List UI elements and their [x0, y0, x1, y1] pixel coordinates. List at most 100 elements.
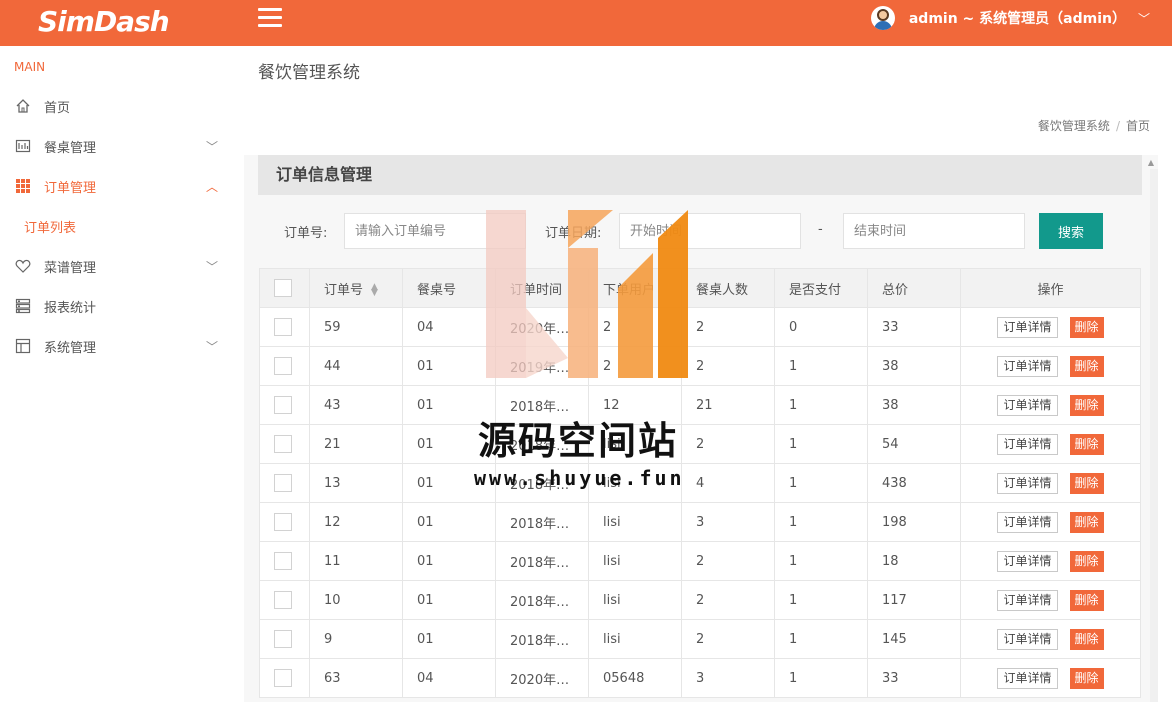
sort-icon[interactable]: ▲ ▼ — [371, 283, 378, 298]
cell-paid: 1 — [774, 658, 868, 698]
delete-button[interactable]: 删除 — [1069, 628, 1104, 650]
cell-paid: 0 — [774, 307, 868, 347]
row-select-cell — [259, 658, 310, 698]
order-detail-button[interactable]: 订单详情 — [997, 472, 1058, 494]
cell-people: 2 — [681, 346, 775, 386]
cell-actions: 订单详情 删除 — [960, 346, 1141, 386]
logo[interactable]: SimDash — [38, 2, 170, 42]
scroll-up-icon[interactable]: ▲ — [1148, 158, 1154, 167]
heart-icon — [14, 257, 32, 275]
cell-people: 2 — [681, 619, 775, 659]
sidebar-item-label: 系统管理 — [44, 340, 97, 356]
table-row: 10 01 2018年… lisi 2 1 117 订单详情 删除 — [259, 580, 1141, 620]
order-number-input[interactable] — [344, 213, 526, 249]
sidebar-item-menu[interactable]: 菜谱管理 ﹀ — [0, 246, 232, 286]
end-date-input[interactable] — [843, 213, 1025, 249]
delete-button[interactable]: 删除 — [1069, 511, 1104, 533]
row-checkbox[interactable] — [274, 513, 292, 531]
delete-button[interactable]: 删除 — [1069, 472, 1104, 494]
row-select-cell — [259, 346, 310, 386]
row-checkbox[interactable] — [274, 396, 292, 414]
cell-table-no: 01 — [402, 502, 496, 542]
row-checkbox[interactable] — [274, 357, 292, 375]
column-header-total: 总价 — [867, 268, 961, 308]
delete-button[interactable]: 删除 — [1069, 355, 1104, 377]
row-select-cell — [259, 307, 310, 347]
search-button[interactable]: 搜索 — [1039, 213, 1103, 249]
chevron-down-icon: ﹀ — [205, 340, 218, 354]
cell-order-time: 2018年… — [495, 580, 589, 620]
sidebar-item-label: 首页 — [44, 100, 71, 116]
sidebar-item-tables[interactable]: 餐桌管理 ﹀ — [0, 126, 232, 166]
menu-toggle-icon[interactable] — [258, 8, 282, 28]
cell-actions: 订单详情 删除 — [960, 307, 1141, 347]
order-detail-button[interactable]: 订单详情 — [997, 550, 1058, 572]
sidebar-item-home[interactable]: 首页 — [0, 86, 232, 126]
chevron-down-icon: ﹀ — [205, 140, 218, 154]
order-detail-button[interactable]: 订单详情 — [997, 316, 1058, 338]
cell-people: 3 — [681, 502, 775, 542]
user-menu[interactable]: admin ~ 系统管理员（admin） ﹀ — [870, 0, 1150, 36]
delete-button[interactable]: 删除 — [1069, 667, 1104, 689]
panel-title: 订单信息管理 — [258, 155, 1142, 195]
order-detail-button[interactable]: 订单详情 — [997, 433, 1058, 455]
chevron-down-icon: ﹀ — [1137, 11, 1150, 26]
cell-people: 3 — [681, 658, 775, 698]
column-header-order-time: 订单时间 — [495, 268, 589, 308]
delete-button[interactable]: 删除 — [1069, 589, 1104, 611]
select-all-cell — [259, 268, 310, 308]
row-checkbox[interactable] — [274, 318, 292, 336]
delete-button[interactable]: 删除 — [1069, 433, 1104, 455]
order-detail-button[interactable]: 订单详情 — [997, 589, 1058, 611]
scrollbar[interactable] — [1150, 169, 1158, 702]
cell-user: lisi — [588, 502, 682, 542]
delete-button[interactable]: 删除 — [1069, 316, 1104, 338]
order-detail-button[interactable]: 订单详情 — [997, 628, 1058, 650]
row-checkbox[interactable] — [274, 474, 292, 492]
cell-paid: 1 — [774, 385, 868, 425]
row-checkbox[interactable] — [274, 630, 292, 648]
cell-order-time: 2020年… — [495, 307, 589, 347]
column-header-order-id[interactable]: 订单号 ▲ ▼ — [309, 268, 403, 308]
sidebar-subitem-order-list[interactable]: 订单列表 — [24, 217, 76, 236]
table-row: 59 04 2020年… 2 2 0 33 订单详情 删除 — [259, 307, 1141, 347]
breadcrumb-item[interactable]: 首页 — [1126, 119, 1150, 133]
cell-order-id: 43 — [309, 385, 403, 425]
cell-actions: 订单详情 删除 — [960, 580, 1141, 620]
cell-table-no: 01 — [402, 619, 496, 659]
order-detail-button[interactable]: 订单详情 — [997, 394, 1058, 416]
row-select-cell — [259, 463, 310, 503]
delete-button[interactable]: 删除 — [1069, 550, 1104, 572]
sidebar: MAIN 首页 餐桌管理 ﹀ 订单管理 ︿ 订单列表 菜谱管理 ﹀ 报表统计 系… — [0, 46, 232, 702]
row-checkbox[interactable] — [274, 591, 292, 609]
sidebar-item-reports[interactable]: 报表统计 — [0, 286, 232, 326]
order-detail-button[interactable]: 订单详情 — [997, 511, 1058, 533]
cell-total: 38 — [867, 385, 961, 425]
order-detail-button[interactable]: 订单详情 — [997, 355, 1058, 377]
cell-total: 33 — [867, 658, 961, 698]
column-header-paid: 是否支付 — [774, 268, 868, 308]
cell-paid: 1 — [774, 502, 868, 542]
breadcrumb-item[interactable]: 餐饮管理系统 — [1038, 119, 1110, 133]
cell-table-no: 01 — [402, 580, 496, 620]
cell-user: lisi — [588, 541, 682, 581]
breadcrumb: 餐饮管理系统 / 首页 — [1037, 119, 1150, 133]
start-date-input[interactable] — [619, 213, 801, 249]
cell-order-id: 9 — [309, 619, 403, 659]
cell-people: 2 — [681, 541, 775, 581]
order-detail-button[interactable]: 订单详情 — [997, 667, 1058, 689]
delete-button[interactable]: 删除 — [1069, 394, 1104, 416]
sidebar-item-system[interactable]: 系统管理 ﹀ — [0, 326, 232, 366]
sidebar-item-label: 订单管理 — [44, 180, 97, 196]
row-checkbox[interactable] — [274, 435, 292, 453]
cell-people: 2 — [681, 580, 775, 620]
row-select-cell — [259, 502, 310, 542]
row-checkbox[interactable] — [274, 669, 292, 687]
select-all-checkbox[interactable] — [274, 279, 292, 297]
sidebar-item-orders[interactable]: 订单管理 ︿ — [0, 166, 232, 206]
column-header-user: 下单用户 — [588, 268, 682, 308]
watermark-title: 源码空间站 — [478, 419, 679, 463]
row-checkbox[interactable] — [274, 552, 292, 570]
grid-icon — [14, 177, 32, 195]
cell-paid: 1 — [774, 541, 868, 581]
